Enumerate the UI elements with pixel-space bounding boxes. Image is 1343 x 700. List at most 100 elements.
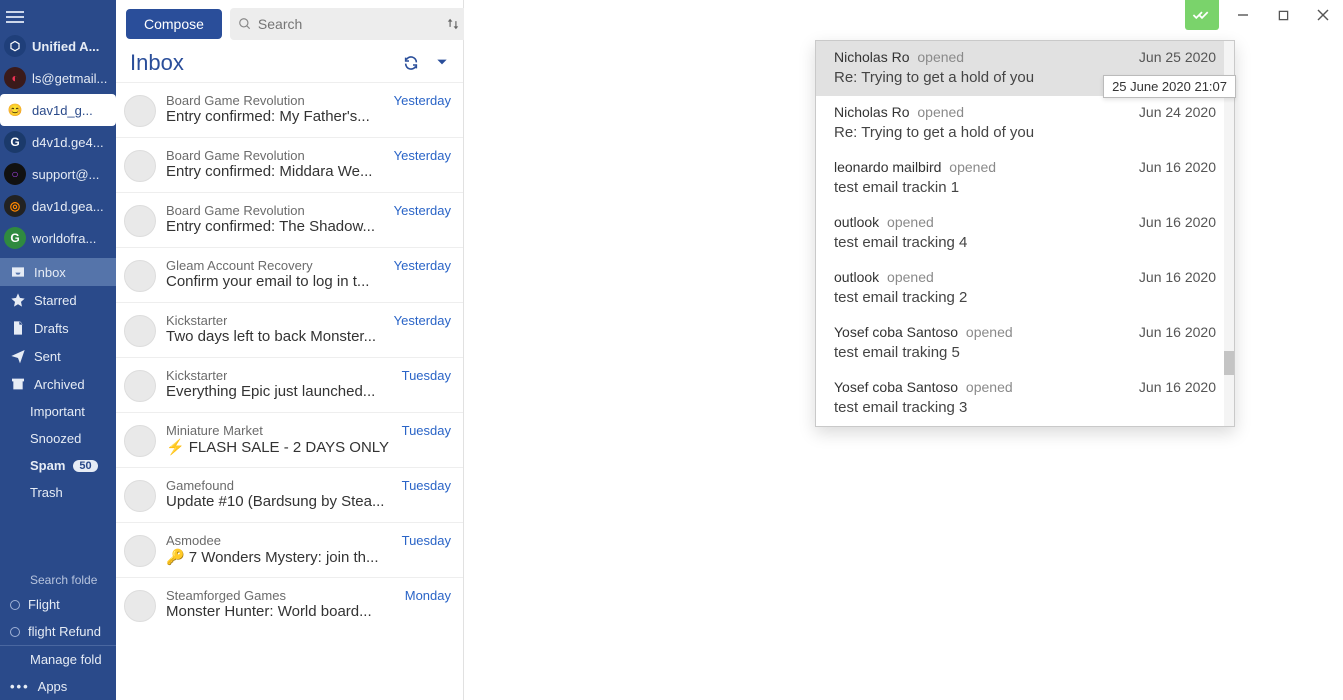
manage-folders[interactable]: Manage fold	[0, 646, 116, 673]
search-input[interactable]	[258, 16, 439, 32]
subject-icon: 🔑	[166, 549, 185, 566]
message-row[interactable]: Miniature MarketTuesday ⚡FLASH SALE - 2 …	[116, 412, 463, 467]
subject: Entry confirmed: The Shadow...	[166, 218, 451, 235]
tracking-row[interactable]: Yosef coba Santoso openedJun 16 2020 tes…	[816, 371, 1234, 426]
tracking-name: Nicholas Ro	[834, 49, 909, 65]
folder-important[interactable]: Important	[0, 398, 116, 425]
message-date: Tuesday	[402, 478, 451, 493]
folder-spam[interactable]: Spam50	[0, 452, 116, 479]
apps-row[interactable]: •••Apps	[0, 673, 116, 700]
tracking-row[interactable]: outlook openedJun 16 2020 test email tra…	[816, 206, 1234, 261]
compose-button[interactable]: Compose	[126, 9, 222, 39]
avatar	[124, 425, 156, 457]
folder-drafts[interactable]: Drafts	[0, 314, 116, 342]
folder-starred[interactable]: Starred	[0, 286, 116, 314]
search-field[interactable]	[230, 8, 469, 40]
tracking-name: Yosef coba Santoso	[834, 324, 958, 340]
smart-folder-0[interactable]: Flight	[0, 591, 116, 618]
message-row[interactable]: AsmodeeTuesday 🔑7 Wonders Mystery: join …	[116, 522, 463, 577]
dropdown-icon[interactable]	[435, 55, 449, 69]
tracking-date: Jun 16 2020	[1139, 379, 1216, 395]
account-icon: ◎	[4, 195, 26, 217]
popup-scrollbar[interactable]	[1224, 41, 1234, 426]
window-close[interactable]	[1303, 0, 1343, 30]
account-icon: ○	[4, 163, 26, 185]
subject: Two days left to back Monster...	[166, 328, 451, 345]
smart-label: flight Refund	[28, 624, 101, 639]
tracking-subject: test email traking 5	[834, 344, 1216, 361]
account-label: Unified A...	[32, 39, 99, 54]
avatar	[124, 150, 156, 182]
search-icon	[238, 17, 252, 31]
more-icon: •••	[10, 679, 30, 694]
account-2[interactable]: 😊dav1d_g...	[0, 94, 116, 126]
smart-dot-icon	[10, 627, 20, 637]
message-row[interactable]: Steamforged GamesMonday Monster Hunter: …	[116, 577, 463, 632]
sender: Kickstarter	[166, 313, 227, 328]
account-3[interactable]: Gd4v1d.ge4...	[0, 126, 116, 158]
sender: Gleam Account Recovery	[166, 258, 313, 273]
window-minimize[interactable]	[1223, 0, 1263, 30]
message-row[interactable]: KickstarterTuesday Everything Epic just …	[116, 357, 463, 412]
message-date: Monday	[405, 588, 451, 603]
account-label: ls@getmail...	[32, 71, 107, 86]
sidebar: ⬡Unified A...◐ls@getmail...😊dav1d_g...Gd…	[0, 0, 116, 700]
tracking-row[interactable]: Yosef coba Santoso openedJun 16 2020 tes…	[816, 316, 1234, 371]
tracking-popup: Nicholas Ro opened Jun 25 2020 Re: Trying…	[815, 40, 1235, 427]
tracking-date: Jun 25 2020	[1139, 49, 1216, 65]
sender: Miniature Market	[166, 423, 263, 438]
tracking-subject: test email trackin 1	[834, 179, 1216, 196]
folder-archived[interactable]: Archived	[0, 370, 116, 398]
avatar	[124, 260, 156, 292]
subject: Entry confirmed: My Father's...	[166, 108, 451, 125]
tracking-row[interactable]: Nicholas Ro openedJun 24 2020 Re: Trying…	[816, 96, 1234, 151]
popup-scroll-thumb[interactable]	[1224, 351, 1234, 375]
account-5[interactable]: ◎ dav1d.gea...	[0, 190, 116, 222]
message-row[interactable]: Kickstarter Yesterday Two days left to ba…	[116, 302, 463, 357]
tracking-row[interactable]: Nicholas Ro openedJun 25 2020 Re: Trying…	[816, 41, 1234, 96]
refresh-icon[interactable]	[403, 55, 419, 71]
folder-label: Trash	[30, 485, 63, 500]
message-row[interactable]: GamefoundTuesday Update #10 (Bardsung by…	[116, 467, 463, 522]
message-row[interactable]: Gleam Account RecoveryYesterday Confirm …	[116, 247, 463, 302]
smart-dot-icon	[10, 600, 20, 610]
account-0[interactable]: ⬡Unified A...	[0, 30, 116, 62]
folder-trash[interactable]: Trash	[0, 479, 116, 506]
tracking-row[interactable]: leonardo mailbird openedJun 16 2020 test…	[816, 151, 1234, 206]
subject-icon: ⚡	[166, 439, 185, 456]
account-6[interactable]: Gworldofra...	[0, 222, 116, 254]
message-date: Yesterday	[394, 313, 451, 328]
account-label: dav1d_g...	[32, 103, 93, 118]
account-1[interactable]: ◐ ls@getmail...	[0, 62, 116, 94]
window-maximize[interactable]	[1263, 0, 1303, 30]
tracking-state: opened	[913, 104, 964, 120]
sender: Board Game Revolution	[166, 148, 305, 163]
message-date: Yesterday	[394, 258, 451, 273]
message-row[interactable]: Board Game RevolutionYesterday Entry con…	[116, 82, 463, 137]
tracking-subject: Re: Trying to get a hold of you	[834, 124, 1216, 141]
tracking-tooltip: 25 June 2020 21:07	[1103, 75, 1236, 98]
tracking-date: Jun 16 2020	[1139, 324, 1216, 340]
subject: 🔑7 Wonders Mystery: join th...	[166, 548, 451, 566]
account-label: d4v1d.ge4...	[32, 135, 104, 150]
subject: Everything Epic just launched...	[166, 383, 451, 400]
account-icon: ◐	[4, 67, 26, 89]
smart-folder-1[interactable]: flight Refund	[0, 618, 116, 645]
message-date: Tuesday	[402, 423, 451, 438]
folder-sent[interactable]: Sent	[0, 342, 116, 370]
folder-badge: 50	[73, 460, 97, 472]
tracking-toggle[interactable]	[1185, 0, 1219, 30]
sort-icon[interactable]	[445, 17, 461, 31]
message-row[interactable]: Board Game RevolutionYesterday Entry con…	[116, 137, 463, 192]
message-row[interactable]: Board Game RevolutionYesterday Entry con…	[116, 192, 463, 247]
tracking-subject: test email tracking 2	[834, 289, 1216, 306]
folder-inbox[interactable]: Inbox	[0, 258, 116, 286]
tracking-row[interactable]: outlook openedJun 16 2020 test email tra…	[816, 261, 1234, 316]
account-4[interactable]: ○support@...	[0, 158, 116, 190]
account-icon: G	[4, 131, 26, 153]
account-label: dav1d.gea...	[32, 199, 104, 214]
search-folders-header: Search folde	[0, 569, 116, 591]
hamburger-menu[interactable]	[6, 11, 110, 23]
folder-label: Important	[30, 404, 85, 419]
folder-snoozed[interactable]: Snoozed	[0, 425, 116, 452]
